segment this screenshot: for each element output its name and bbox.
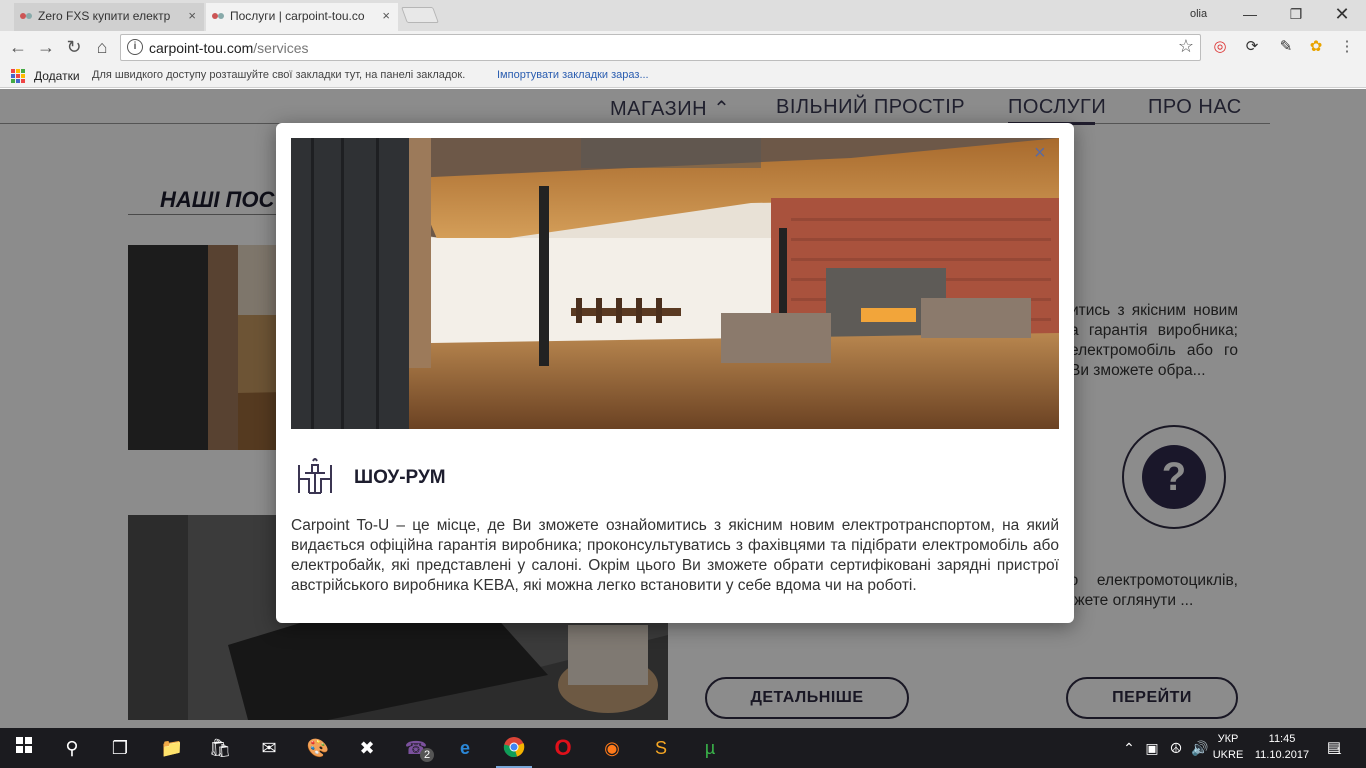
lang-bottom[interactable]: UKRE bbox=[1212, 749, 1244, 761]
extension-sync-icon[interactable]: ⟳ bbox=[1243, 38, 1261, 56]
task-view-icon[interactable]: ❐ bbox=[108, 736, 132, 760]
tray-camera-icon[interactable]: ▣ bbox=[1140, 736, 1164, 760]
web-page: МАГАЗИН ⌃ ВІЛЬНИЙ ПРОСТІР ПОСЛУГИ ПРО НА… bbox=[0, 89, 1366, 729]
browser-toolbar: ← → ↻ ⌂ i carpoint-tou.com/services ☆ bbox=[0, 31, 1366, 64]
modal-close-icon[interactable]: × bbox=[1034, 142, 1046, 165]
paint-icon[interactable]: 🎨 bbox=[306, 736, 330, 760]
lang-top[interactable]: УКР bbox=[1212, 733, 1244, 745]
network-icon[interactable]: ☮ bbox=[1164, 736, 1188, 760]
sublime-icon[interactable]: S bbox=[649, 736, 673, 760]
showroom-photo bbox=[291, 138, 1059, 429]
home-icon[interactable]: ⌂ bbox=[90, 36, 114, 60]
reload-icon[interactable]: ↻ bbox=[62, 36, 86, 60]
restore-icon[interactable]: ❐ bbox=[1274, 0, 1318, 28]
tab-services[interactable]: Послуги | carpoint-tou.co × bbox=[206, 3, 398, 31]
extension-target-icon[interactable]: ◎ bbox=[1211, 38, 1229, 56]
showroom-modal: × ШОУ-РУМ Carpoint To-U – це місце, де В… bbox=[276, 123, 1074, 623]
minimize-icon[interactable]: — bbox=[1228, 0, 1272, 28]
forward-icon[interactable]: → bbox=[34, 36, 58, 60]
bookmark-apps[interactable]: Додатки bbox=[34, 69, 80, 83]
back-icon[interactable]: ← bbox=[6, 36, 30, 60]
bookmarks-hint: Для швидкого доступу розташуйте свої зак… bbox=[92, 69, 466, 81]
firefox-icon[interactable]: ◉ bbox=[600, 736, 624, 760]
new-tab-button[interactable] bbox=[401, 7, 439, 23]
windows-taskbar: ⚲ ❐ 📁 🛍 ✉ 🎨 ✖ ☎ 2 e O ◉ S µ ⌃ ▣ ☮ 🔊 УКР … bbox=[0, 728, 1366, 768]
apps-grid-icon[interactable] bbox=[11, 69, 25, 83]
cafe-table-icon bbox=[291, 453, 339, 495]
tab-close-icon[interactable]: × bbox=[188, 3, 196, 29]
mail-icon[interactable]: ✉ bbox=[257, 736, 281, 760]
store-icon[interactable]: 🛍 bbox=[208, 736, 232, 760]
viber-badge: 2 bbox=[420, 748, 434, 762]
file-explorer-icon[interactable]: 📁 bbox=[160, 736, 184, 760]
bookmark-star-icon[interactable]: ☆ bbox=[1178, 36, 1194, 57]
chrome-icon[interactable] bbox=[502, 736, 526, 760]
clock-date[interactable]: 11.10.2017 bbox=[1250, 749, 1314, 761]
tab-close-icon[interactable]: × bbox=[382, 3, 390, 29]
windows-start-icon[interactable] bbox=[12, 736, 36, 760]
url-path: /services bbox=[253, 40, 309, 56]
bookmarks-bar: Додатки Для швидкого доступу розташуйте … bbox=[0, 64, 1366, 88]
tab-favicon-icon bbox=[20, 11, 33, 21]
tab-label: Zero FXS купити електр bbox=[38, 9, 171, 23]
tab-favicon-icon bbox=[212, 11, 225, 21]
window-close-icon[interactable]: ✕ bbox=[1320, 0, 1364, 28]
menu-icon[interactable]: ⋮ bbox=[1338, 38, 1356, 56]
utorrent-icon[interactable]: µ bbox=[698, 736, 722, 760]
url-text[interactable]: carpoint-tou.com/services bbox=[149, 40, 309, 56]
clock-time[interactable]: 11:45 bbox=[1250, 733, 1314, 745]
url-host: carpoint-tou.com bbox=[149, 40, 254, 56]
site-info-icon[interactable]: i bbox=[127, 39, 143, 55]
opera-icon[interactable]: O bbox=[551, 736, 575, 760]
notification-count: 1 bbox=[1336, 746, 1342, 756]
modal-title: ШОУ-РУМ bbox=[354, 467, 446, 488]
modal-body-text: Carpoint To-U – це місце, де Ви зможете … bbox=[291, 517, 1059, 594]
import-bookmarks-link[interactable]: Імпортувати закладки зараз... bbox=[497, 69, 649, 81]
edge-icon[interactable]: e bbox=[453, 736, 477, 760]
browser-tabstrip: Zero FXS купити електр × Послуги | carpo… bbox=[0, 0, 1366, 31]
profile-name[interactable]: olia bbox=[1190, 8, 1207, 20]
snipping-icon[interactable]: ✖ bbox=[355, 736, 379, 760]
tab-label: Послуги | carpoint-tou.co bbox=[230, 9, 365, 23]
tab-zero-fxs[interactable]: Zero FXS купити електр × bbox=[14, 3, 204, 31]
tray-chevron-icon[interactable]: ⌃ bbox=[1117, 736, 1141, 760]
extension-flower-icon[interactable]: ✿ bbox=[1307, 38, 1325, 56]
search-icon[interactable]: ⚲ bbox=[60, 736, 84, 760]
extension-eyedropper-icon[interactable]: ✎ bbox=[1277, 38, 1295, 56]
volume-icon[interactable]: 🔊 bbox=[1188, 736, 1212, 760]
address-bar[interactable]: i carpoint-tou.com/services ☆ bbox=[120, 34, 1201, 61]
